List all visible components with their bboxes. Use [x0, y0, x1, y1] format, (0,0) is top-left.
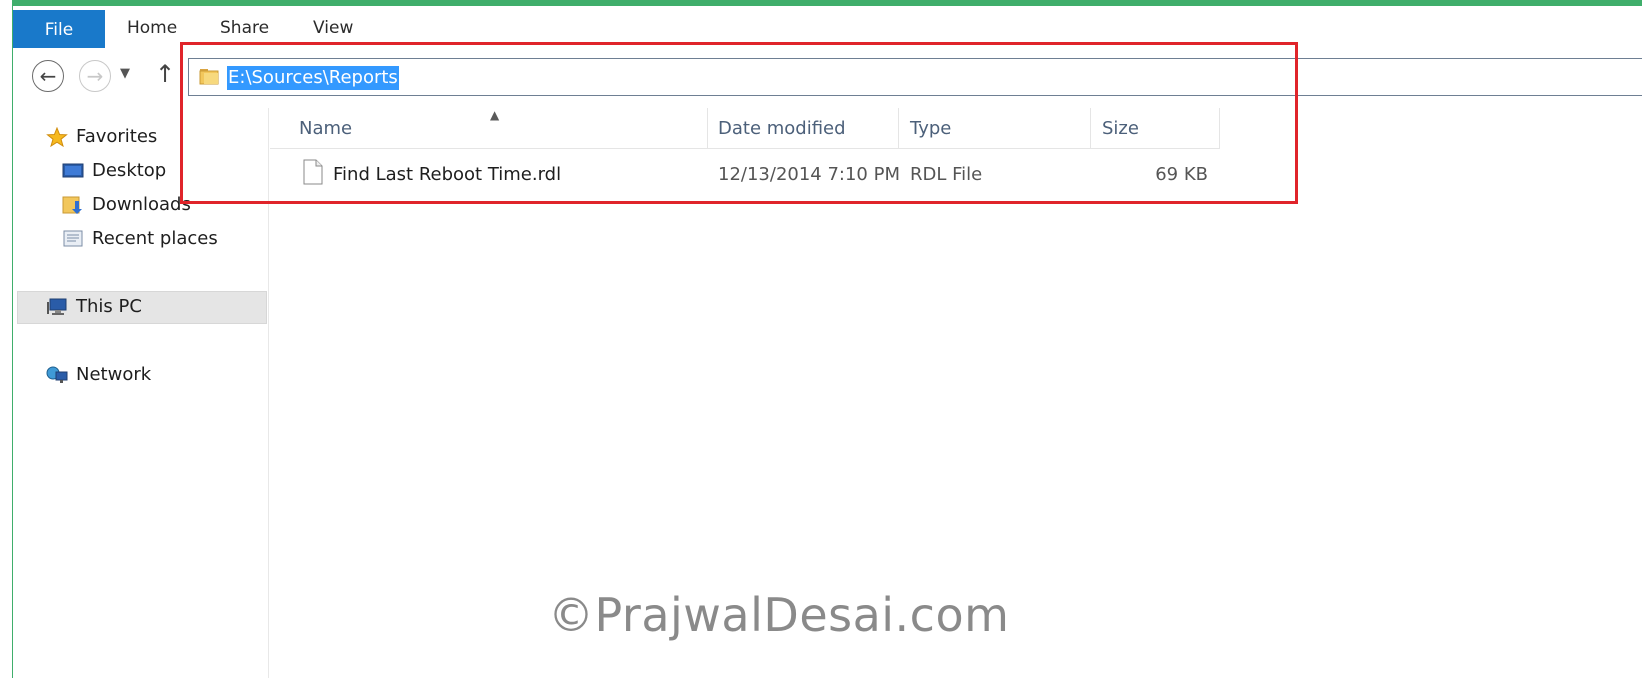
sidebar-item-favorites[interactable]: Favorites	[46, 126, 157, 147]
sidebar-item-desktop[interactable]: Desktop	[62, 160, 166, 181]
address-path[interactable]: E:\Sources\Reports	[227, 66, 399, 90]
sidebar-label: Desktop	[92, 160, 167, 181]
star-icon	[46, 126, 68, 147]
recent-locations-dropdown[interactable]: ▼	[120, 66, 130, 81]
file-date: 12/13/2014 7:10 PM	[718, 164, 900, 185]
back-button[interactable]: ←	[32, 60, 64, 92]
computer-icon	[47, 298, 67, 315]
folder-icon	[199, 69, 219, 85]
desktop-icon	[62, 163, 84, 177]
sort-ascending-icon: ▲	[490, 108, 500, 122]
sidebar-item-downloads[interactable]: Downloads	[62, 194, 191, 215]
up-button[interactable]: ↑	[155, 60, 175, 88]
watermark: ©PrajwalDesai.com	[548, 588, 1010, 642]
recent-places-icon	[63, 230, 83, 246]
tab-home[interactable]: Home	[127, 18, 177, 38]
back-arrow-icon: ←	[39, 64, 57, 88]
document-icon	[303, 159, 323, 185]
column-separator[interactable]	[1219, 108, 1220, 148]
address-bar[interactable]: E:\Sources\Reports	[188, 58, 1642, 96]
tab-share[interactable]: Share	[220, 18, 269, 38]
sidebar-item-recent-places[interactable]: Recent places	[62, 228, 218, 249]
window-frame-left	[0, 0, 13, 678]
forward-button[interactable]: →	[79, 60, 111, 92]
sidebar-item-network[interactable]: Network	[46, 364, 151, 385]
ribbon: File Home Share View	[13, 6, 1642, 52]
tab-file[interactable]: File	[13, 10, 105, 52]
sidebar-label: Downloads	[92, 194, 191, 215]
sidebar-item-this-pc[interactable]: This PC	[46, 296, 142, 317]
column-header-type[interactable]: Type	[910, 118, 951, 139]
column-header-size[interactable]: Size	[1102, 118, 1139, 139]
column-separator[interactable]	[898, 108, 899, 148]
sidebar-label: Favorites	[76, 126, 158, 147]
sidebar-label: This PC	[76, 296, 142, 317]
file-name: Find Last Reboot Time.rdl	[333, 164, 562, 185]
downloads-icon	[62, 196, 82, 214]
sidebar-label: Network	[76, 364, 152, 385]
file-type: RDL File	[910, 164, 983, 185]
column-header-name[interactable]: Name	[299, 118, 352, 139]
column-separator[interactable]	[707, 108, 708, 148]
column-separator[interactable]	[1090, 108, 1091, 148]
file-size: 69 KB	[1155, 164, 1208, 185]
forward-arrow-icon: →	[86, 64, 104, 88]
column-header-date[interactable]: Date modified	[718, 118, 846, 139]
sidebar-label: Recent places	[92, 228, 218, 249]
network-icon	[46, 366, 68, 383]
tab-view[interactable]: View	[313, 18, 353, 38]
